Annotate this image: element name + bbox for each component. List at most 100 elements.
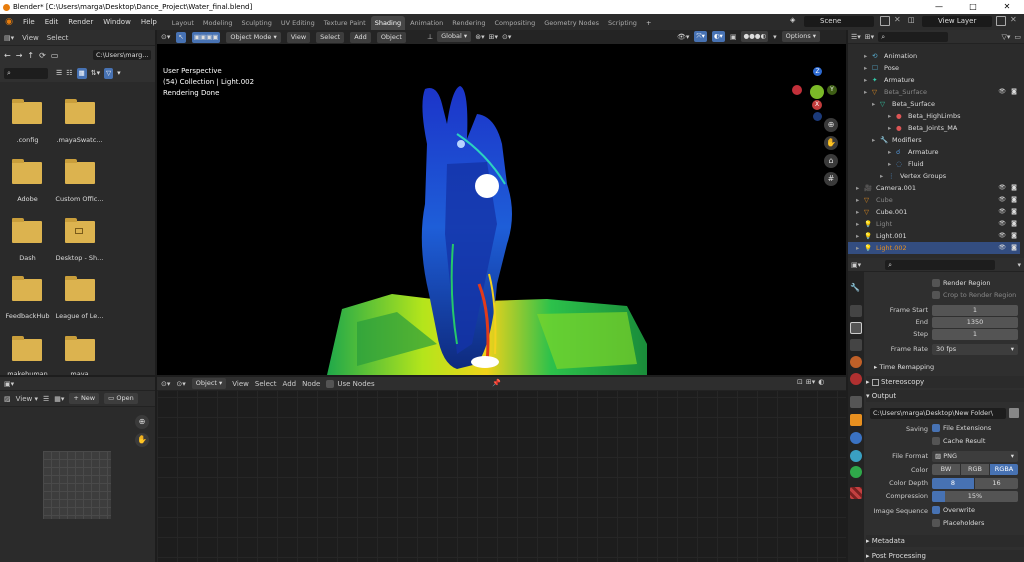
tab-layout[interactable]: Layout <box>168 16 198 30</box>
transform-orientation-icon[interactable]: ⊥ <box>427 33 433 41</box>
visibility-eye-icon[interactable]: 👁 <box>998 182 1006 194</box>
back-arrow-icon[interactable]: ← <box>4 51 11 60</box>
render-camera-icon[interactable]: ◙ <box>1011 230 1017 242</box>
color-rgb-button[interactable]: RGB <box>961 464 989 475</box>
viewport-object-menu[interactable]: Object <box>376 31 406 43</box>
proportional-edit-icon[interactable]: ⊙▾ <box>502 33 511 41</box>
outliner-row[interactable]: ▸ ▽ Cube.001 👁 ◙ <box>848 206 1020 218</box>
snap-icon[interactable]: ⊞▾ <box>806 378 815 386</box>
zoom-icon[interactable]: ⊕ <box>824 118 838 132</box>
new-image-button[interactable]: + New <box>69 393 100 404</box>
expand-arrow-icon[interactable]: ▸ <box>880 170 883 182</box>
render-camera-icon[interactable]: ◙ <box>1011 218 1017 230</box>
expand-arrow-icon[interactable]: ▸ <box>864 74 867 86</box>
editor-type-icon[interactable]: ⊙▾ <box>161 33 170 41</box>
add-workspace-icon[interactable]: + <box>642 16 655 30</box>
search-icon[interactable]: ⌕ <box>4 67 48 79</box>
editor-type-icon[interactable]: ⊙▾ <box>161 380 170 388</box>
editor-type-icon[interactable]: ▤▾ <box>4 34 14 42</box>
expand-arrow-icon[interactable]: ▸ <box>856 182 859 194</box>
tab-compositing[interactable]: Compositing <box>490 16 539 30</box>
new-folder-icon[interactable]: ▭ <box>51 51 59 60</box>
visibility-eye-icon[interactable]: 👁 <box>998 242 1006 254</box>
shading-modes-icon[interactable]: ●●●◐ <box>741 31 769 42</box>
outliner-row[interactable]: ▸ ▽ Beta_Surface 👁 ◙ <box>848 86 1020 98</box>
select-mode-icon[interactable]: ▣▣▣▣ <box>191 31 221 43</box>
visibility-eye-icon[interactable]: 👁 <box>998 218 1006 230</box>
options-dropdown[interactable]: Options ▾ <box>781 31 821 42</box>
gizmo-z-neg-axis[interactable] <box>813 112 822 121</box>
tab-uv-editing[interactable]: UV Editing <box>277 16 319 30</box>
scene-tab-icon[interactable] <box>850 356 862 368</box>
select-tool-icon[interactable]: ↖ <box>176 31 186 43</box>
color-rgba-button[interactable]: RGBA <box>990 464 1018 475</box>
editor-type-icon[interactable]: ▣▾ <box>4 380 14 388</box>
gizmo-y-axis[interactable] <box>810 85 824 99</box>
tab-rendering[interactable]: Rendering <box>448 16 489 30</box>
hamburger-menu-icon[interactable]: ☰ <box>43 395 49 403</box>
outliner-row[interactable]: ▸ ⋮ Vertex Groups <box>848 170 1020 182</box>
outliner-row[interactable]: ▸ 💡 Light.002 👁 ◙ <box>848 242 1020 254</box>
overlay-icon[interactable]: ◐ <box>818 378 824 386</box>
outliner-row[interactable]: ▸ ● Beta_HighLimbs <box>848 110 1020 122</box>
outliner-row[interactable]: ▸ ▽ Cube 👁 ◙ <box>848 194 1020 206</box>
viewport-select-menu[interactable]: Select <box>316 31 345 43</box>
new-collection-icon[interactable]: ▭ <box>1014 33 1021 41</box>
menu-render[interactable]: Render <box>63 14 98 30</box>
file-extensions-checkbox[interactable]: File Extensions <box>932 424 991 432</box>
visibility-eye-icon[interactable]: 👁 <box>998 86 1006 98</box>
image-view-menu[interactable]: View ▾ <box>16 395 38 403</box>
scene-selector[interactable]: Scene <box>804 16 874 27</box>
blender-menu-icon[interactable]: ◉ <box>0 17 18 27</box>
close-button[interactable]: ✕ <box>990 0 1024 14</box>
folder-browse-icon[interactable] <box>1009 408 1019 418</box>
render-camera-icon[interactable]: ◙ <box>1011 206 1017 218</box>
image-browse-icon[interactable]: ▦▾ <box>54 395 64 403</box>
filter-icon[interactable]: ▽▾ <box>1001 33 1010 41</box>
gizmo-toggle-icon[interactable]: ⤧▾ <box>694 31 707 42</box>
expand-arrow-icon[interactable]: ▸ <box>864 62 867 74</box>
shader-type-icon[interactable]: ⊙▾ <box>176 380 185 388</box>
expand-arrow-icon[interactable]: ▸ <box>888 110 891 122</box>
gizmo-x-axis[interactable]: X <box>812 100 822 110</box>
menu-window[interactable]: Window <box>98 14 136 30</box>
tab-scripting[interactable]: Scripting <box>604 16 641 30</box>
cache-result-checkbox[interactable]: Cache Result <box>932 437 985 445</box>
image-canvas[interactable] <box>43 451 111 519</box>
filter-icon[interactable]: ▽ <box>104 67 114 79</box>
viewport-add-menu[interactable]: Add <box>350 31 371 43</box>
filter-dropdown-icon[interactable]: ▾ <box>117 69 121 77</box>
display-list-detail-icon[interactable]: ☷ <box>66 69 72 77</box>
transform-orientation-dropdown[interactable]: Global ▾ <box>437 31 472 42</box>
frame-step-field[interactable]: 1 <box>932 329 1018 340</box>
render-camera-icon[interactable]: ◙ <box>1011 242 1017 254</box>
stereoscopy-panel[interactable]: ▸ Stereoscopy <box>866 376 1024 388</box>
metadata-panel[interactable]: ▸ Metadata <box>866 535 1024 547</box>
file-format-dropdown[interactable]: ▨ PNG ▾ <box>932 451 1018 462</box>
fb-view-menu[interactable]: View <box>22 34 39 42</box>
new-view-layer-icon[interactable] <box>996 16 1006 26</box>
maximize-button[interactable]: □ <box>956 0 990 14</box>
tab-texture-paint[interactable]: Texture Paint <box>320 16 370 30</box>
collection-tab-icon[interactable] <box>850 396 862 408</box>
node-view-menu[interactable]: View <box>232 380 249 388</box>
menu-help[interactable]: Help <box>136 14 162 30</box>
color-bw-button[interactable]: BW <box>932 464 960 475</box>
editor-type-icon[interactable]: ☰▾ <box>851 33 861 41</box>
gizmo-x-neg-axis[interactable] <box>792 85 802 95</box>
outliner-row[interactable]: ▸ ◌ Fluid <box>848 158 1020 170</box>
frame-end-field[interactable]: 1350 <box>932 317 1018 328</box>
view-layer-icon[interactable]: ◫ <box>908 16 915 24</box>
directory-path-field[interactable]: C:\Users\marg... <box>93 50 151 60</box>
open-image-button[interactable]: ▭ Open <box>104 393 138 404</box>
overwrite-checkbox[interactable]: Overwrite <box>932 506 975 514</box>
expand-arrow-icon[interactable]: ▸ <box>856 230 859 242</box>
overlay-toggle-icon[interactable]: ◐▾ <box>711 31 725 42</box>
perspective-grid-icon[interactable]: # <box>824 172 838 186</box>
menu-file[interactable]: File <box>18 14 40 30</box>
outliner-row[interactable]: ▸ 💡 Light.001 👁 ◙ <box>848 230 1020 242</box>
expand-arrow-icon[interactable]: ▸ <box>888 158 891 170</box>
search-icon[interactable]: ⌕ <box>878 31 949 42</box>
frame-rate-dropdown[interactable]: 30 fps ▾ <box>932 344 1018 355</box>
render-region-checkbox[interactable]: Render Region <box>932 279 990 287</box>
